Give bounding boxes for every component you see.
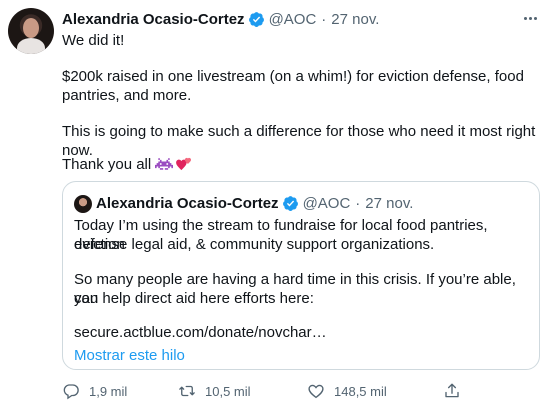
quote-header: Alexandria Ocasio-Cortez @AOC · 27 nov.	[96, 193, 413, 213]
share-button[interactable]	[443, 380, 470, 402]
quote-link-text: secure.actblue.com/donate/novchar…	[74, 324, 327, 341]
retweet-count: 10,5 mil	[205, 383, 251, 399]
more-icon[interactable]	[520, 8, 540, 28]
two-hearts-emoji-icon	[175, 157, 191, 171]
quote-text-line-2: defense legal aid, & community support o…	[74, 236, 435, 253]
author-name[interactable]: Alexandria Ocasio-Cortez	[62, 11, 245, 28]
like-icon	[308, 384, 324, 399]
quote-author-handle: @AOC	[302, 194, 351, 212]
tweet-header: Alexandria Ocasio-Cortez @AOC · 27 nov.	[62, 9, 379, 29]
like-count: 148,5 mil	[334, 383, 387, 399]
verified-badge-icon	[248, 11, 264, 27]
thanks-text: Thank you all	[62, 156, 152, 173]
tweet-text-line-3: pantries, and more.	[62, 87, 192, 104]
retweet-button[interactable]: 10,5 mil	[178, 380, 251, 402]
tweet-actions: 1,9 mil 10,5 mil 148,5 mil	[62, 380, 462, 402]
tweet-text-line-2: $200k raised in one livestream (on a whi…	[62, 68, 524, 85]
space-invader-emoji-icon	[155, 158, 174, 170]
quote-avatar[interactable]	[74, 195, 92, 213]
tweet-date[interactable]: 27 nov.	[331, 11, 379, 28]
avatar[interactable]	[8, 8, 54, 54]
author-handle[interactable]: @AOC	[269, 11, 317, 28]
verified-badge-icon	[282, 195, 298, 211]
tweet-text-line-5: Thank you all	[62, 155, 542, 174]
reply-icon	[63, 384, 79, 400]
quote-author-name: Alexandria Ocasio-Cortez	[96, 194, 279, 212]
separator: ·	[355, 194, 361, 212]
reply-button[interactable]: 1,9 mil	[62, 380, 127, 402]
separator: ·	[321, 10, 327, 28]
share-icon	[445, 383, 459, 398]
retweet-icon	[179, 385, 195, 397]
reply-count: 1,9 mil	[89, 383, 128, 399]
quote-date: 27 nov.	[365, 194, 414, 212]
quote-text-line-4: can help direct aid here efforts here:	[74, 290, 314, 307]
tweet[interactable]: Alexandria Ocasio-Cortez @AOC · 27 nov. …	[0, 0, 550, 411]
tweet-text-line-1: We did it!	[62, 32, 125, 49]
show-thread-link[interactable]: Mostrar este hilo	[74, 347, 185, 364]
quoted-tweet[interactable]: Alexandria Ocasio-Cortez @AOC · 27 nov. …	[62, 181, 540, 370]
like-button[interactable]: 148,5 mil	[307, 380, 387, 402]
